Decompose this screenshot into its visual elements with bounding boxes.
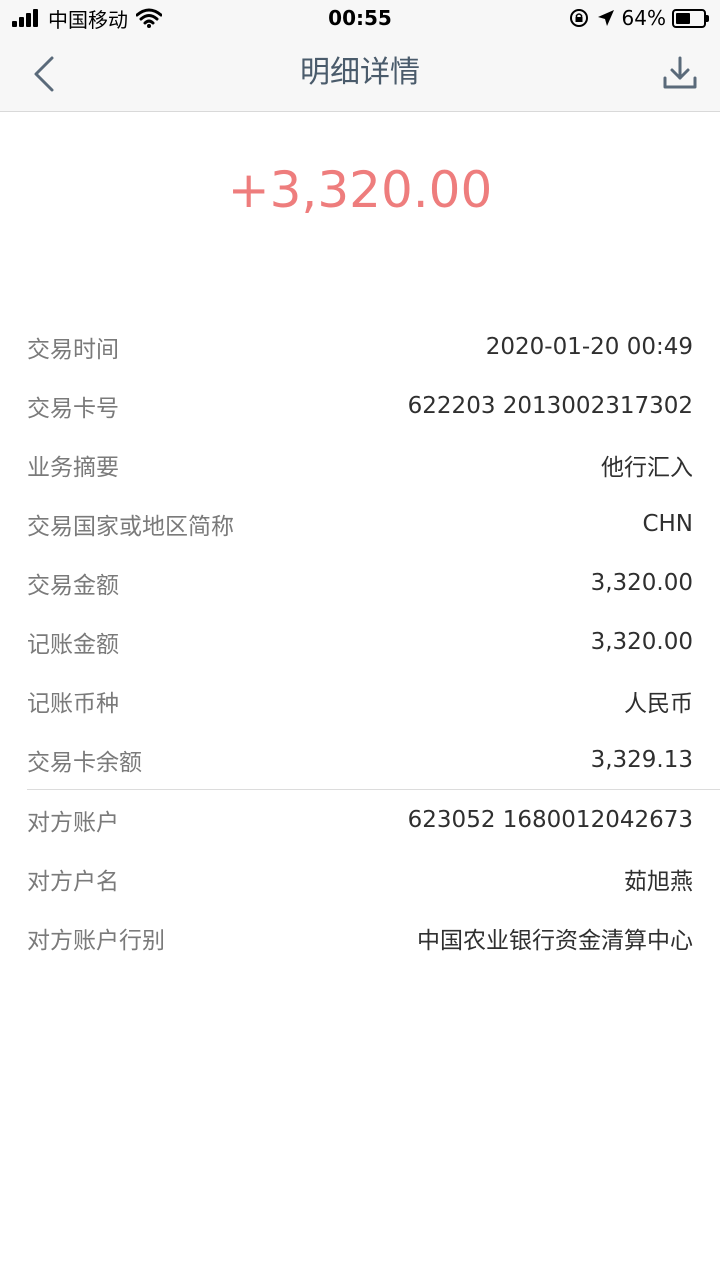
transaction-amount: +3,320.00 [227,161,493,219]
detail-value: 623052 1680012042673 [407,806,693,833]
detail-row-trade-amount: 交易金额 3,320.00 [0,553,720,612]
detail-row-country: 交易国家或地区简称 CHN [0,494,720,553]
detail-list: 交易时间 2020-01-20 00:49 交易卡号 622203 201300… [0,317,720,967]
detail-value: 中国农业银行资金清算中心 [417,927,693,954]
rotation-lock-icon [569,9,588,27]
detail-value: 茹旭燕 [624,868,693,895]
detail-row-booked-amount: 记账金额 3,320.00 [0,612,720,671]
page-title: 明细详情 [300,55,420,90]
detail-label: 交易时间 [27,336,119,363]
location-arrow-icon [597,10,614,26]
detail-label: 业务摘要 [27,454,119,481]
detail-value: 3,329.13 [590,746,693,773]
detail-row-counterparty-name: 对方户名 茹旭燕 [0,849,720,908]
detail-label: 对方户名 [27,868,119,895]
detail-label: 交易国家或地区简称 [27,513,234,540]
detail-label: 记账金额 [27,631,119,658]
nav-bar: 明细详情 [0,36,720,112]
detail-value: 他行汇入 [601,454,693,481]
detail-row-card-number: 交易卡号 622203 2013002317302 [0,376,720,435]
detail-label: 记账币种 [27,690,119,717]
status-right: 64% [568,4,709,32]
detail-label: 对方账户 [27,809,119,836]
detail-row-currency: 记账币种 人民币 [0,671,720,730]
detail-row-card-balance: 交易卡余额 3,329.13 [0,730,720,789]
detail-row-summary: 业务摘要 他行汇入 [0,435,720,494]
battery-percent: 64% [621,6,666,30]
status-bar: 中国移动 00:55 64% [0,0,720,36]
download-icon[interactable] [660,54,700,94]
detail-label: 对方账户行别 [27,927,165,954]
detail-row-trade-time: 交易时间 2020-01-20 00:49 [0,317,720,376]
detail-value: CHN [642,510,693,537]
detail-value: 3,320.00 [590,628,693,655]
detail-row-counterparty-bank: 对方账户行别 中国农业银行资金清算中心 [0,908,720,967]
detail-row-counterparty-account: 对方账户 623052 1680012042673 [0,790,720,849]
detail-label: 交易卡余额 [27,749,142,776]
detail-label: 交易卡号 [27,395,119,422]
detail-value: 2020-01-20 00:49 [485,333,693,360]
detail-value: 622203 2013002317302 [407,392,693,419]
detail-value: 3,320.00 [590,569,693,596]
detail-value: 人民币 [624,690,693,717]
detail-label: 交易金额 [27,572,119,599]
battery-icon [672,8,709,28]
